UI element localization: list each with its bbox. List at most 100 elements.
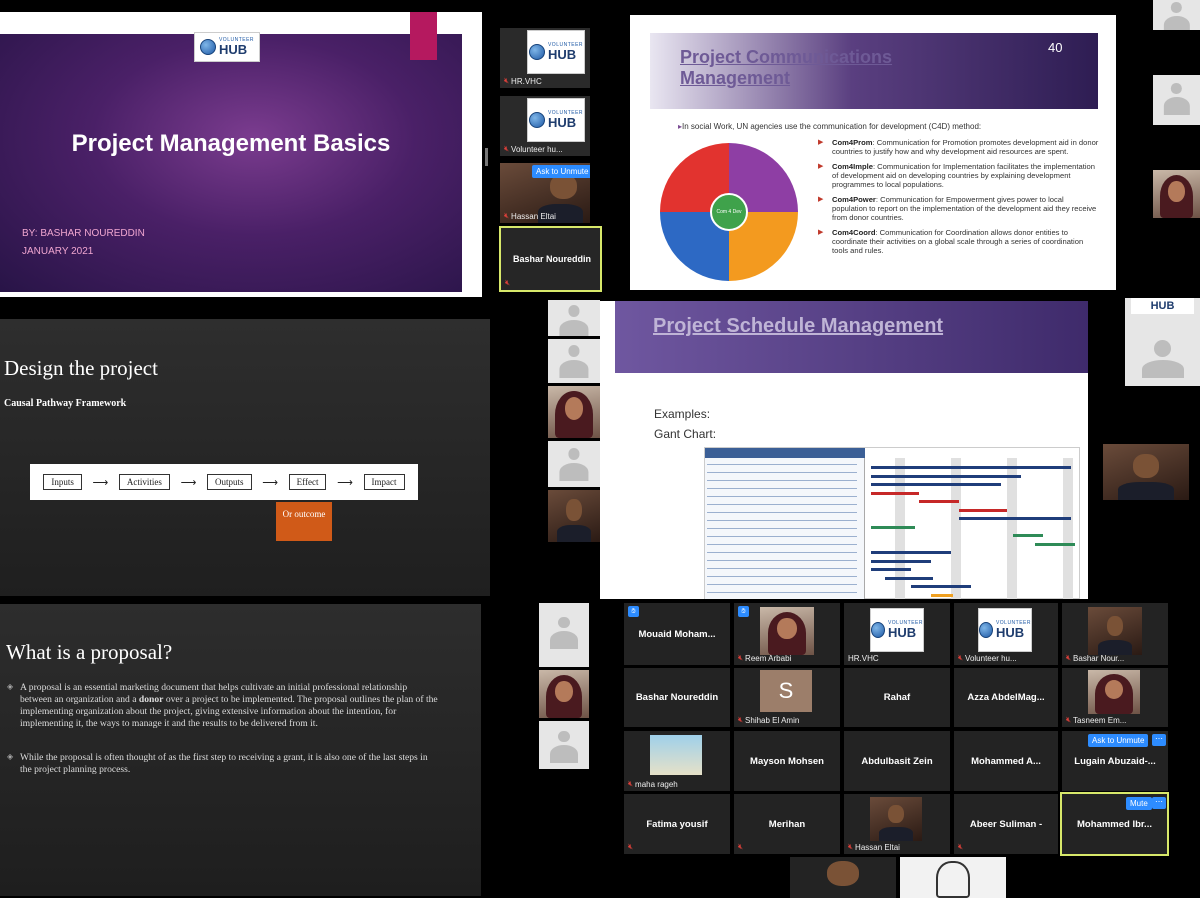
avatar	[559, 305, 589, 336]
participant-name: 🔇︎ Tasneem Em...	[1066, 715, 1127, 725]
participant-tile[interactable]	[548, 441, 600, 487]
step-box: Outputs	[207, 474, 252, 490]
ask-to-unmute-button[interactable]: Ask to Unmute	[532, 165, 590, 178]
participant-tile[interactable]: VOLUNTEER HUB 🔇︎ Volunteer hu...	[954, 603, 1058, 665]
volunteer-hub-logo: VOLUNTEER HUB	[978, 608, 1032, 652]
arrow-right-icon: ⟶	[262, 476, 278, 489]
participant-tile[interactable]: 🔇︎ Hassan Eltai	[844, 794, 950, 854]
volunteer-hub-logo: VOLUNTEER HUB	[194, 32, 260, 62]
participant-tile[interactable]: Abeer Suliman - 🔇︎	[954, 794, 1058, 854]
participant-tile[interactable]	[548, 339, 600, 383]
avatar: S	[760, 670, 812, 712]
list-item: Com4Power: Communication for Empowerment…	[818, 195, 1100, 223]
active-speaker-tile[interactable]: Mute ⋯ Mohammed Ibr...	[1060, 792, 1169, 856]
step-box: Impact	[363, 474, 405, 490]
participant-tile[interactable]: Mayson Mohsen	[734, 731, 840, 791]
slide-text: Examples:	[654, 407, 711, 421]
participant-tile[interactable]: Ask to Unmute 🔇︎ Hassan Eltai	[500, 163, 590, 223]
globe-icon	[199, 39, 216, 55]
participant-name: Fatima yousif	[646, 818, 708, 830]
mic-muted-icon: 🔇︎	[504, 144, 510, 153]
list-item: Com4Prom: Communication for Promotion pr…	[818, 138, 1100, 157]
slide-title: Project Communications Management	[680, 47, 893, 89]
participant-name: Mayson Mohsen	[750, 755, 824, 767]
active-speaker-tile[interactable]: Bashar Noureddin 🔇︎	[499, 226, 602, 292]
participant-tile[interactable]	[790, 857, 896, 898]
participant-tile[interactable]: Rahaf	[844, 668, 950, 727]
participant-tile[interactable]: ✋︎ 🔇︎ Reem Arbabi	[734, 603, 840, 665]
participant-tile[interactable]: ✋︎ Mouaid Moham...	[624, 603, 730, 665]
participant-name: 🔇︎ Hassan Eltai	[848, 842, 900, 852]
globe-icon	[979, 622, 993, 638]
participant-tile[interactable]	[539, 603, 589, 667]
participant-tile[interactable]: Ask to Unmute ⋯ Lugain Abuzaid-...	[1062, 731, 1168, 791]
volunteer-hub-logo: VOLUNTEER HUB	[527, 30, 585, 74]
participant-tile[interactable]	[548, 490, 600, 542]
participant-name: Mohammed A...	[971, 755, 1041, 767]
splitter-handle[interactable]	[485, 148, 488, 166]
c4d-list: Com4Prom: Communication for Promotion pr…	[818, 138, 1100, 261]
participant-tile[interactable]	[1153, 0, 1200, 30]
participant-photo	[870, 797, 922, 841]
participant-tile[interactable]	[539, 721, 589, 769]
arrow-right-icon: ⟶	[92, 476, 109, 489]
design-slide: Design the project Causal Pathway Framew…	[0, 319, 490, 596]
participant-photo	[760, 607, 814, 655]
volunteer-hub-logo: VOLUNTEER HUB	[870, 608, 924, 652]
slide-paragraph: While the proposal is often thought of a…	[7, 752, 438, 776]
participant-name: Mohammed Ibr...	[1077, 818, 1152, 830]
participant-tile[interactable]: Fatima yousif 🔇︎	[624, 794, 730, 854]
participant-tile[interactable]: VOLUNTEER HUB HR.VHC	[844, 603, 950, 665]
participant-tile[interactable]: 🔇︎ maha rageh	[624, 731, 730, 791]
participant-name: Abeer Suliman -	[969, 818, 1043, 830]
participant-tile[interactable]	[1153, 170, 1200, 218]
participant-tile[interactable]: Bashar Noureddin	[624, 668, 730, 727]
participant-name: 🔇︎ Bashar Nour...	[1066, 653, 1125, 663]
participant-tile[interactable]	[1103, 444, 1189, 500]
participant-tile[interactable]	[900, 857, 1006, 898]
participant-tile[interactable]: Azza AbdelMag...	[954, 668, 1058, 727]
participant-tile[interactable]: VOLUNTEER HUB 🔇︎ HR.VHC	[500, 28, 590, 88]
participant-tile[interactable]: 🔇︎ Bashar Nour...	[1062, 603, 1168, 665]
mic-muted-icon: 🔇︎	[738, 715, 744, 724]
slide-date: JANUARY 2021	[22, 246, 94, 257]
avatar	[559, 448, 589, 481]
participant-name: 🔇︎ maha rageh	[628, 779, 678, 789]
slide-author: BY: BASHAR NOUREDDIN	[22, 228, 145, 239]
mic-muted-icon: 🔇︎	[848, 842, 854, 851]
participant-name: Mouaid Moham...	[638, 628, 716, 640]
participant-tile[interactable]	[548, 300, 600, 336]
participant-tile[interactable]	[1153, 75, 1200, 125]
participant-name: Lugain Abuzaid-...	[1074, 755, 1156, 767]
avatar	[1141, 340, 1184, 378]
mic-muted-icon: 🔇︎	[958, 653, 964, 662]
participant-tile[interactable]	[539, 670, 589, 718]
participant-name: Merihan	[768, 818, 806, 830]
participant-tile[interactable]: Abdulbasit Zein	[844, 731, 950, 791]
gantt-chart-image	[704, 447, 1080, 599]
arrow-right-icon: ⟶	[180, 476, 197, 489]
participant-tile[interactable]: S 🔇︎ Shihab El Amin	[734, 668, 840, 727]
step-box: Effect	[288, 474, 327, 490]
participant-photo	[650, 735, 702, 775]
participant-tile[interactable]	[548, 386, 600, 438]
participant-tile[interactable]: 🔇︎ Tasneem Em...	[1062, 668, 1168, 727]
participant-tile[interactable]: Merihan 🔇︎	[734, 794, 840, 854]
slide-intro: In social Work, UN agencies use the comm…	[678, 122, 981, 131]
schedule-slide: Project Schedule Management Examples: Ga…	[600, 301, 1088, 599]
slide-subtitle: Causal Pathway Framework	[4, 398, 127, 409]
mic-muted-indicator: 🔇︎	[628, 842, 633, 852]
participant-tile[interactable]: HUB	[1125, 298, 1200, 386]
arrow-right-icon: ⟶	[337, 476, 353, 489]
slide-title: What is a proposal?	[6, 640, 173, 664]
mic-muted-icon: 🔇︎	[505, 278, 511, 287]
participant-tile[interactable]: Mohammed A...	[954, 731, 1058, 791]
participant-tile[interactable]: VOLUNTEER HUB 🔇︎ Volunteer hu...	[500, 96, 590, 156]
globe-icon	[871, 622, 885, 638]
mic-muted-icon: 🔇︎	[1066, 653, 1072, 662]
participant-name: 🔇︎ Volunteer hu...	[504, 144, 563, 154]
avatar	[559, 345, 589, 378]
globe-icon	[528, 112, 545, 128]
slide-accent-bar	[410, 12, 437, 60]
slide-paragraph: A proposal is an essential marketing doc…	[7, 682, 438, 730]
